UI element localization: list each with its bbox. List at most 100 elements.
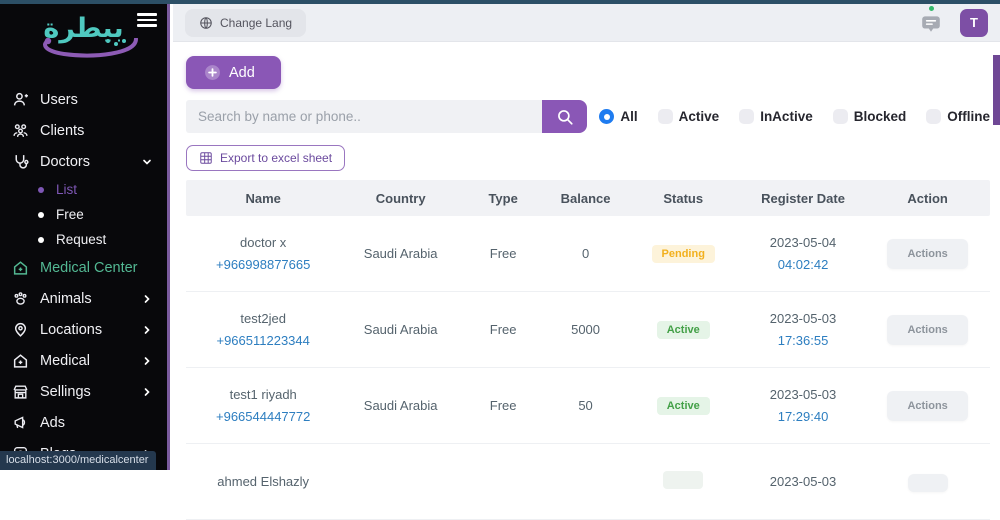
register-date: 2023-05-03 bbox=[741, 384, 866, 406]
doctors-table: Name Country Type Balance Status Registe… bbox=[186, 180, 990, 520]
col-header-register-date: Register Date bbox=[741, 191, 866, 206]
doctor-phone[interactable]: +966998877665 bbox=[186, 254, 340, 276]
sidebar-subitem-list[interactable]: List bbox=[0, 177, 167, 202]
window-top-edge bbox=[0, 0, 1000, 4]
action-cell: Actions bbox=[865, 315, 990, 345]
sidebar-subitem-free[interactable]: Free bbox=[0, 202, 167, 227]
bullet-icon bbox=[38, 237, 44, 243]
stethoscope-swirl-icon bbox=[24, 38, 144, 64]
status-badge: Active bbox=[657, 321, 710, 339]
medical-icon bbox=[12, 352, 29, 369]
balance-cell: 5000 bbox=[545, 322, 625, 337]
avatar[interactable]: T bbox=[960, 9, 988, 37]
status-cell: Active bbox=[626, 397, 741, 415]
search-row: All Active InActive Blocked Offline bbox=[186, 100, 990, 133]
sidebar-subitem-request[interactable]: Request bbox=[0, 227, 167, 252]
table-row: test1 riyadh +966544447772 Saudi Arabia … bbox=[186, 368, 990, 444]
chevron-right-icon bbox=[141, 324, 153, 336]
sidebar-subitem-label: List bbox=[56, 182, 77, 197]
radio-unchecked-icon bbox=[658, 109, 673, 124]
sidebar-item-users[interactable]: Users bbox=[0, 84, 167, 115]
register-date: 2023-05-03 bbox=[741, 308, 866, 330]
sidebar-item-doctors[interactable]: Doctors bbox=[0, 146, 167, 177]
browser-status-url: localhost:3000/medicalcenter bbox=[0, 451, 156, 470]
table-row: test2jed +966511223344 Saudi Arabia Free… bbox=[186, 292, 990, 368]
status-badge bbox=[663, 471, 703, 489]
sidebar-item-medical[interactable]: Medical bbox=[0, 345, 167, 376]
clients-icon bbox=[12, 122, 29, 139]
chevron-down-icon bbox=[141, 156, 153, 168]
status-filters: All Active InActive Blocked Offline bbox=[599, 109, 990, 124]
search-button[interactable] bbox=[542, 100, 588, 133]
export-excel-button[interactable]: Export to excel sheet bbox=[186, 145, 345, 171]
table-header-row: Name Country Type Balance Status Registe… bbox=[186, 180, 990, 216]
type-cell: Free bbox=[461, 322, 545, 337]
sidebar-item-sellings[interactable]: Sellings bbox=[0, 376, 167, 407]
filter-label: InActive bbox=[760, 109, 813, 124]
sidebar-item-locations[interactable]: Locations bbox=[0, 314, 167, 345]
sidebar-item-ads[interactable]: Ads bbox=[0, 407, 167, 438]
chat-icon[interactable] bbox=[920, 12, 942, 34]
action-cell bbox=[865, 471, 990, 492]
col-header-action: Action bbox=[865, 191, 990, 206]
sidebar-item-medical-center[interactable]: Medical Center bbox=[0, 252, 167, 283]
doctor-name-cell: test1 riyadh +966544447772 bbox=[186, 384, 340, 428]
users-icon bbox=[12, 91, 29, 108]
register-date: 2023-05-03 bbox=[741, 471, 866, 493]
doctor-name: test2jed bbox=[186, 308, 340, 330]
country-cell: Saudi Arabia bbox=[340, 246, 461, 261]
sidebar-item-label: Animals bbox=[40, 291, 92, 307]
filter-offline[interactable]: Offline bbox=[926, 109, 990, 124]
actions-button[interactable]: Actions bbox=[887, 391, 967, 421]
balance-cell: 50 bbox=[545, 398, 625, 413]
doctor-name: doctor x bbox=[186, 232, 340, 254]
main-area: Change Lang T Add All bbox=[173, 4, 1000, 470]
sidebar-item-clients[interactable]: Clients bbox=[0, 115, 167, 146]
sidebar-item-label: Medical bbox=[40, 353, 90, 369]
actions-button[interactable]: Actions bbox=[887, 239, 967, 269]
sidebar-item-animals[interactable]: Animals bbox=[0, 283, 167, 314]
search-input[interactable] bbox=[186, 100, 542, 133]
sidebar-item-label: Clients bbox=[40, 123, 84, 139]
action-cell: Actions bbox=[865, 391, 990, 421]
country-cell: Saudi Arabia bbox=[340, 322, 461, 337]
radio-unchecked-icon bbox=[739, 109, 754, 124]
doctors-icon bbox=[12, 153, 29, 170]
register-time: 17:36:55 bbox=[741, 330, 866, 352]
action-cell: Actions bbox=[865, 239, 990, 269]
scrollbar-thumb[interactable] bbox=[993, 55, 1000, 125]
register-date: 2023-05-04 bbox=[741, 232, 866, 254]
radio-unchecked-icon bbox=[833, 109, 848, 124]
sidebar-subitem-label: Free bbox=[56, 207, 84, 222]
search-icon bbox=[556, 108, 574, 126]
top-header-bar: Change Lang T bbox=[173, 4, 1000, 42]
register-date-cell: 2023-05-03 17:36:55 bbox=[741, 308, 866, 352]
actions-button[interactable] bbox=[908, 474, 948, 492]
register-time: 17:29:40 bbox=[741, 406, 866, 428]
doctor-phone[interactable]: +966544447772 bbox=[186, 406, 340, 428]
bullet-icon bbox=[38, 212, 44, 218]
online-dot bbox=[929, 6, 934, 11]
change-lang-label: Change Lang bbox=[220, 16, 292, 30]
status-cell: Pending bbox=[626, 245, 741, 263]
add-button[interactable]: Add bbox=[186, 56, 281, 89]
filter-inactive[interactable]: InActive bbox=[739, 109, 813, 124]
status-badge: Pending bbox=[652, 245, 715, 263]
filter-blocked[interactable]: Blocked bbox=[833, 109, 907, 124]
col-header-balance: Balance bbox=[545, 191, 625, 206]
export-excel-label: Export to excel sheet bbox=[220, 151, 332, 165]
actions-button[interactable]: Actions bbox=[887, 315, 967, 345]
plus-circle-icon bbox=[204, 64, 221, 81]
status-badge: Active bbox=[657, 397, 710, 415]
chevron-right-icon bbox=[141, 293, 153, 305]
content: Add All Active InActive bbox=[173, 42, 1000, 520]
filter-active[interactable]: Active bbox=[658, 109, 720, 124]
change-lang-button[interactable]: Change Lang bbox=[185, 9, 306, 37]
type-cell: Free bbox=[461, 246, 545, 261]
filter-all[interactable]: All bbox=[599, 109, 637, 124]
filter-label: Blocked bbox=[854, 109, 907, 124]
animals-icon bbox=[12, 290, 29, 307]
country-cell: Saudi Arabia bbox=[340, 398, 461, 413]
doctor-phone[interactable]: +966511223344 bbox=[186, 330, 340, 352]
doctor-name-cell: test2jed +966511223344 bbox=[186, 308, 340, 352]
